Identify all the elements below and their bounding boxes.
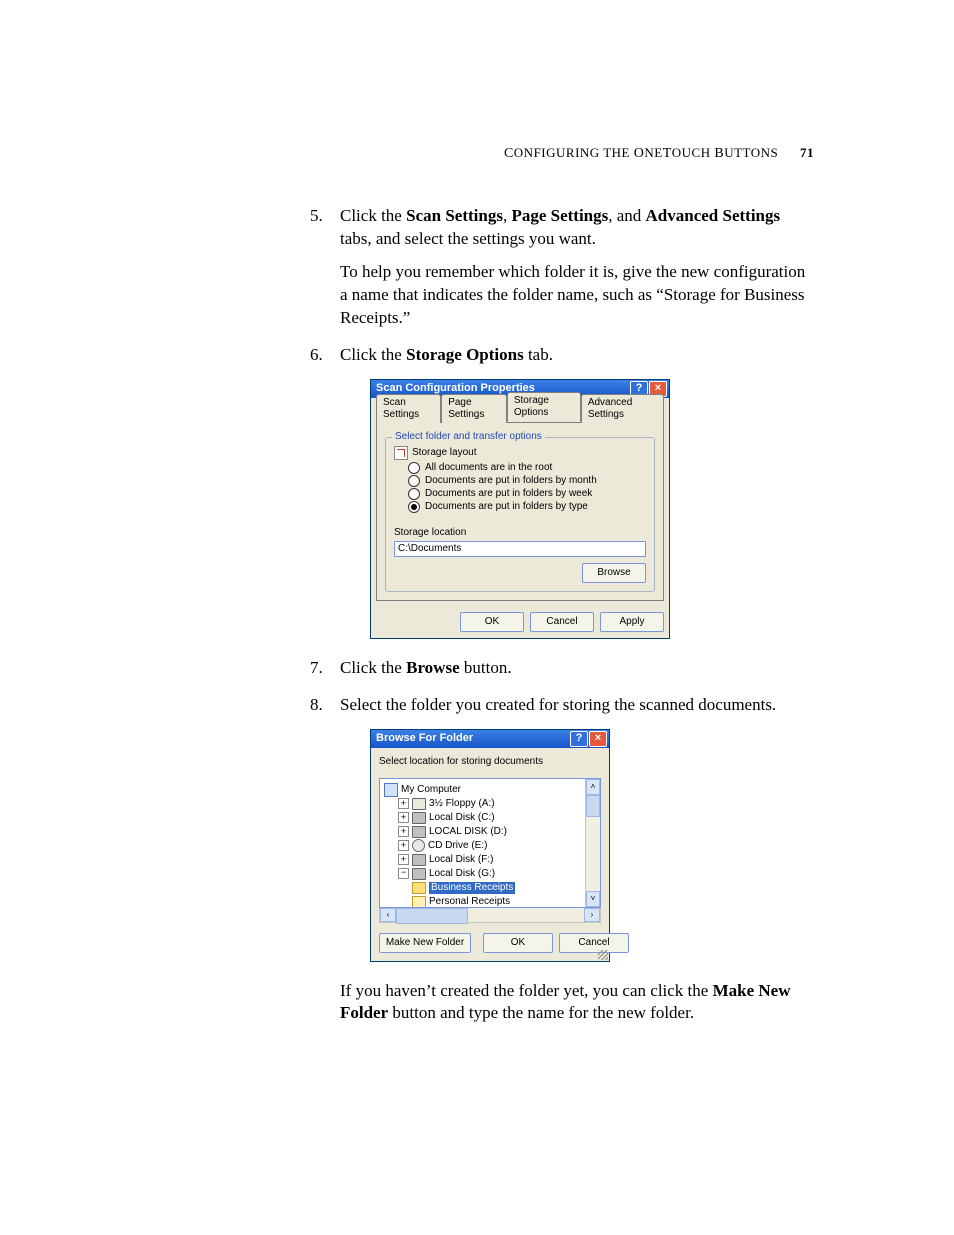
page: CONFIGURING THE ONETOUCH BUTTONS 71 5. C… xyxy=(0,0,954,1235)
cancel-button[interactable]: Cancel xyxy=(559,933,629,953)
collapse-icon[interactable]: − xyxy=(398,868,409,879)
expand-icon[interactable]: + xyxy=(398,812,409,823)
content: 5. Click the Scan Settings, Page Setting… xyxy=(310,205,815,1039)
browse-for-folder-dialog: Browse For Folder ? × Select location fo… xyxy=(370,729,610,962)
storage-location-label: Storage location xyxy=(394,527,646,539)
step-8-text: Select the folder you created for storin… xyxy=(340,695,776,714)
expand-icon[interactable]: + xyxy=(398,840,409,851)
ok-button[interactable]: OK xyxy=(460,612,524,632)
tab-advanced-settings[interactable]: Advanced Settings xyxy=(581,394,664,423)
step-5-para2: To help you remember which folder it is,… xyxy=(340,261,815,330)
horizontal-scrollbar[interactable]: ‹ › xyxy=(379,908,601,923)
scroll-down-icon[interactable]: ˅ xyxy=(586,891,600,907)
dialog-title: Browse For Folder xyxy=(376,732,473,745)
expand-icon[interactable]: + xyxy=(398,854,409,865)
scroll-thumb[interactable] xyxy=(586,795,600,817)
dialog-subtitle: Select location for storing documents xyxy=(379,756,601,768)
my-computer-icon xyxy=(384,783,398,797)
scroll-up-icon[interactable]: ˄ xyxy=(586,779,600,795)
step-8: 8. Select the folder you created for sto… xyxy=(310,694,815,1026)
tabs: Scan Settings Page Settings Storage Opti… xyxy=(371,398,669,422)
resize-grip-icon[interactable] xyxy=(598,950,608,960)
help-icon[interactable]: ? xyxy=(570,731,588,747)
ok-button[interactable]: OK xyxy=(483,933,553,953)
step-5: 5. Click the Scan Settings, Page Setting… xyxy=(310,205,815,330)
cd-icon xyxy=(412,839,425,852)
radio-root[interactable]: All documents are in the root xyxy=(408,462,646,474)
apply-button[interactable]: Apply xyxy=(600,612,664,632)
radio-week[interactable]: Documents are put in folders by week xyxy=(408,488,646,500)
step-6: 6. Click the Storage Options tab. Scan C… xyxy=(310,344,815,639)
section-title: CONFIGURING THE ONETOUCH BUTTONS xyxy=(504,145,778,160)
step-5-text: Click the Scan Settings, Page Settings, … xyxy=(340,206,780,248)
group-folder-transfer: Select folder and transfer options Stora… xyxy=(385,437,655,592)
expand-icon[interactable]: + xyxy=(398,826,409,837)
group-legend: Select folder and transfer options xyxy=(392,431,545,443)
floppy-icon xyxy=(412,798,426,810)
radio-month[interactable]: Documents are put in folders by month xyxy=(408,475,646,487)
scan-config-properties-dialog: Scan Configuration Properties ? × Scan S… xyxy=(370,379,670,639)
drive-icon xyxy=(412,868,426,880)
storage-layout-icon xyxy=(394,446,408,460)
step-7: 7. Click the Browse button. xyxy=(310,657,815,680)
folder-icon xyxy=(412,896,426,908)
closing-paragraph: If you haven’t created the folder yet, y… xyxy=(340,980,815,1026)
drive-icon xyxy=(412,812,426,824)
scroll-left-icon[interactable]: ‹ xyxy=(380,908,396,922)
folder-icon xyxy=(412,882,426,894)
browse-button[interactable]: Browse xyxy=(582,563,646,583)
make-new-folder-button[interactable]: Make New Folder xyxy=(379,933,471,953)
vertical-scrollbar[interactable]: ˄ ˅ xyxy=(585,779,600,907)
tab-page-settings[interactable]: Page Settings xyxy=(441,394,507,423)
scroll-right-icon[interactable]: › xyxy=(584,908,600,922)
tab-body: Select folder and transfer options Stora… xyxy=(376,422,664,601)
tab-scan-settings[interactable]: Scan Settings xyxy=(376,394,441,423)
page-number: 71 xyxy=(800,145,814,160)
radio-type[interactable]: Documents are put in folders by type xyxy=(408,501,646,513)
selected-folder[interactable]: Business Receipts xyxy=(429,882,515,894)
cancel-button[interactable]: Cancel xyxy=(530,612,594,632)
tab-storage-options[interactable]: Storage Options xyxy=(507,392,581,422)
drive-icon xyxy=(412,826,426,838)
storage-layout-label: Storage layout xyxy=(412,447,477,459)
drive-icon xyxy=(412,854,426,866)
expand-icon[interactable]: + xyxy=(398,798,409,809)
running-header: CONFIGURING THE ONETOUCH BUTTONS 71 xyxy=(504,145,814,162)
folder-tree[interactable]: My Computer +3½ Floppy (A:) +Local Disk … xyxy=(379,778,601,908)
titlebar: Browse For Folder ? × xyxy=(371,730,609,748)
close-icon[interactable]: × xyxy=(589,731,607,747)
storage-path-input[interactable]: C:\Documents xyxy=(394,541,646,557)
scroll-thumb[interactable] xyxy=(396,908,468,924)
